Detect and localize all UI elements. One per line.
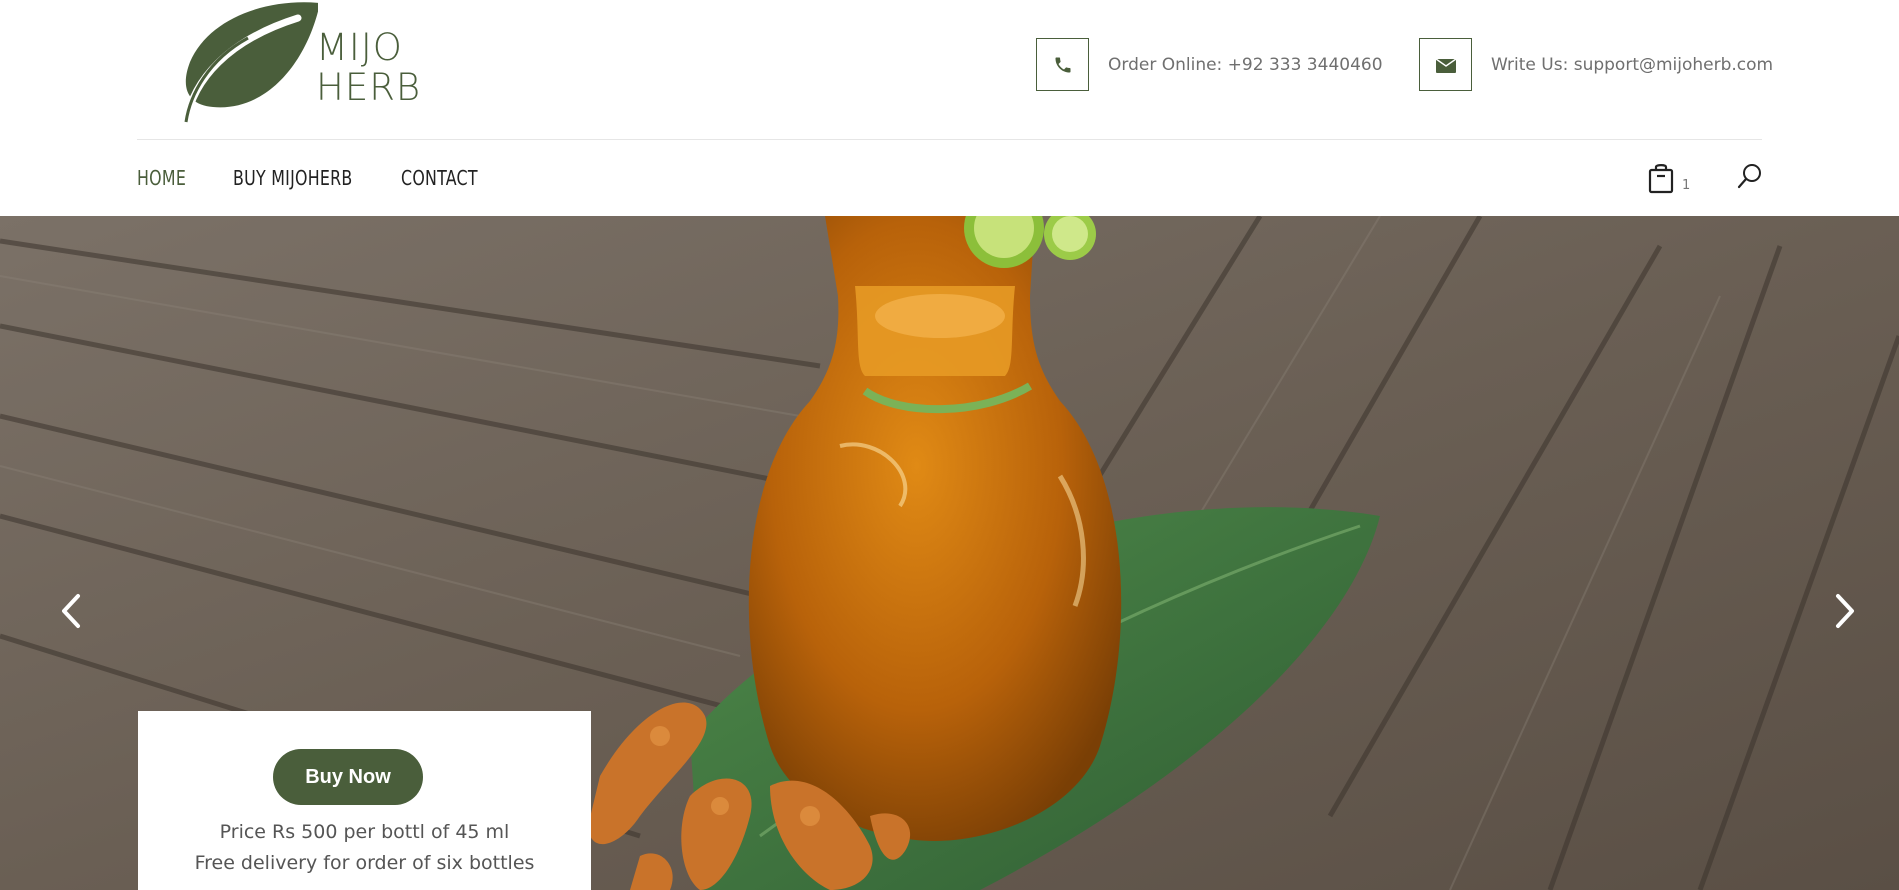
- chevron-right-icon: [1836, 594, 1854, 628]
- nav-item-buy-mijoherb[interactable]: BUY MIJOHERB: [233, 166, 353, 190]
- promo-card: Buy Now Price Rs 500 per bottl of 45 ml …: [138, 711, 591, 890]
- chevron-left-icon: [62, 594, 80, 628]
- cart-count-badge: 1: [1682, 178, 1691, 193]
- nav-item-contact[interactable]: CONTACT: [401, 166, 478, 190]
- main-nav: HOME BUY MIJOHERB CONTACT 1: [0, 140, 1899, 216]
- hero-slider: Buy Now Price Rs 500 per bottl of 45 ml …: [0, 216, 1899, 890]
- phone-icon-box: [1036, 38, 1089, 91]
- cart-button[interactable]: 1: [1648, 162, 1691, 196]
- write-us-text: Write Us: support@mijoherb.com: [1491, 54, 1774, 75]
- nav-item-home[interactable]: HOME: [137, 166, 186, 190]
- order-online-text: Order Online: +92 333 3440460: [1108, 54, 1383, 75]
- search-icon: [1737, 164, 1761, 189]
- site-header: MIJO HERB Order Online: +92 333 3440460 …: [0, 0, 1899, 140]
- shopping-bag-icon: [1648, 164, 1674, 194]
- slider-next-button[interactable]: [1826, 586, 1866, 636]
- brand-wordmark: MIJO HERB: [316, 28, 421, 108]
- envelope-icon: [1435, 57, 1456, 73]
- brand-line-1: MIJO: [316, 26, 403, 69]
- slider-prev-button[interactable]: [52, 586, 92, 636]
- price-text: Price Rs 500 per bottl of 45 ml: [219, 821, 510, 843]
- write-us-contact[interactable]: Write Us: support@mijoherb.com: [1419, 38, 1773, 91]
- brand-line-2: HERB: [316, 66, 422, 109]
- order-online-contact[interactable]: Order Online: +92 333 3440460: [1036, 38, 1383, 91]
- delivery-text: Free delivery for order of six bottles: [194, 852, 535, 874]
- search-button[interactable]: [1736, 162, 1766, 192]
- leaf-logo-icon: [182, 2, 318, 125]
- brand-logo[interactable]: MIJO HERB: [168, 0, 428, 125]
- phone-icon: [1055, 57, 1070, 72]
- buy-now-button[interactable]: Buy Now: [273, 749, 423, 805]
- envelope-icon-box: [1419, 38, 1472, 91]
